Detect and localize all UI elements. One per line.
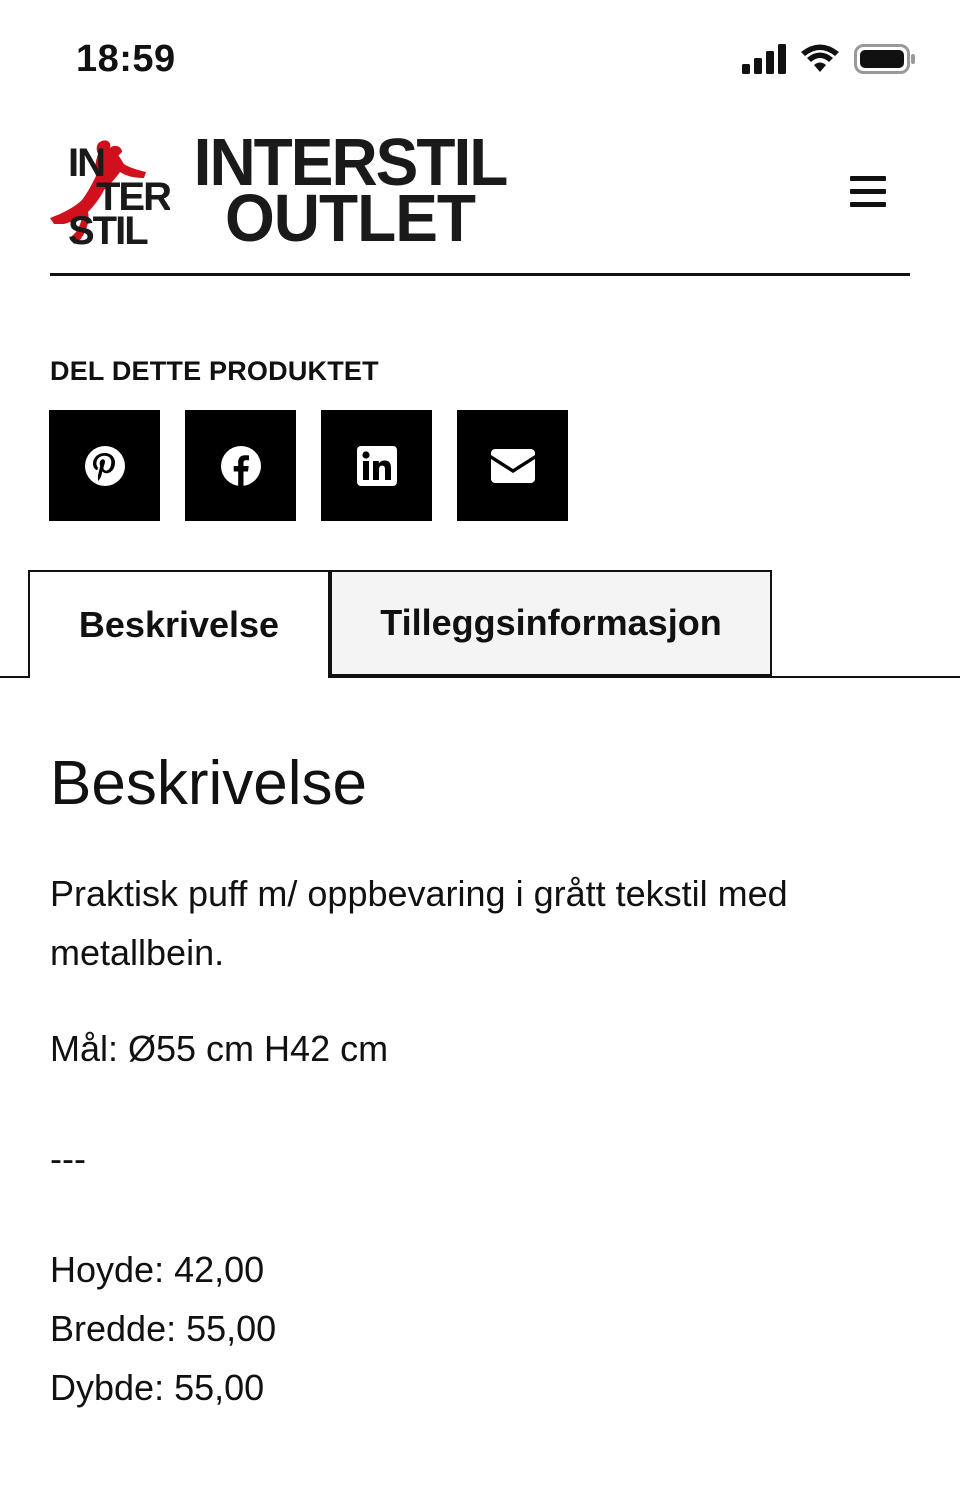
logo-wordmark[interactable]: INTERSTIL OUTLET [190, 128, 510, 256]
description-title: Beskrivelse [50, 749, 367, 818]
status-icons [742, 44, 916, 74]
dimension-width: Bredde: 55,00 [50, 1308, 277, 1349]
tab-beskrivelse[interactable]: Beskrivelse [28, 570, 330, 678]
share-linkedin-button[interactable] [321, 410, 432, 521]
dimensions-list: Hoyde: 42,00 Bredde: 55,00 Dybde: 55,00 [50, 1240, 276, 1417]
pinterest-icon [84, 445, 125, 486]
interstil-logo-mark[interactable]: IN TER STIL [50, 136, 170, 248]
hamburger-icon[interactable] [850, 176, 886, 208]
share-heading: DEL DETTE PRODUKTET [50, 356, 379, 386]
product-measure: Mål: Ø55 cm H42 cm [50, 1028, 389, 1069]
email-icon [490, 448, 535, 483]
dimension-height: Hoyde: 42,00 [50, 1249, 265, 1290]
wifi-icon [801, 44, 839, 72]
separator-text: --- [50, 1138, 86, 1179]
status-time: 18:59 [76, 38, 176, 80]
dimension-depth: Dybde: 55,00 [50, 1367, 265, 1408]
linkedin-icon [356, 445, 397, 486]
share-buttons [49, 410, 568, 521]
status-bar: 18:59 [0, 0, 960, 120]
product-description: Praktisk puff m/ oppbevaring i grått tek… [50, 873, 788, 973]
logo-title-line2: OUTLET [225, 180, 476, 256]
site-header: IN TER STIL INTERSTIL OUTLET [50, 128, 910, 276]
tab-tilleggsinformasjon[interactable]: Tilleggsinformasjon [330, 570, 772, 676]
battery-icon [854, 44, 915, 74]
facebook-icon [220, 445, 261, 486]
logo-mark-line-3: STIL [68, 209, 148, 248]
product-tabs: Beskrivelse Tilleggsinformasjon [0, 570, 960, 678]
share-email-button[interactable] [457, 410, 568, 521]
share-facebook-button[interactable] [185, 410, 296, 521]
share-pinterest-button[interactable] [49, 410, 160, 521]
cellular-signal-icon [742, 44, 786, 74]
